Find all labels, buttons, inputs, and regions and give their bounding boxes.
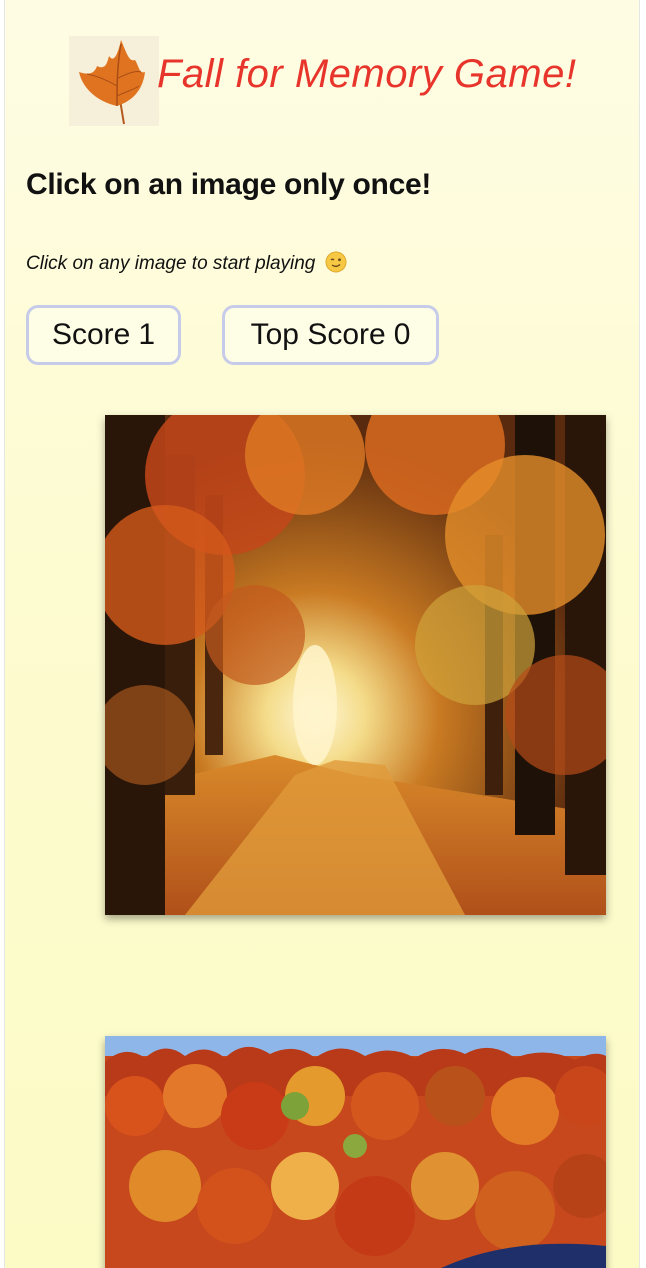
instruction-headline: Click on an image only once! — [26, 168, 432, 201]
score-label: Score — [51, 318, 131, 351]
top-score-label: Top Score — [250, 318, 386, 351]
score-value: 1 — [138, 318, 156, 351]
autumn-leaf-icon — [69, 36, 159, 126]
game-page: Fall for Memory Game! Click on an image … — [4, 0, 640, 1268]
score-badge: Score 1 — [26, 305, 181, 365]
top-score-badge: Top Score 0 — [222, 305, 439, 365]
memory-card-treeline[interactable] — [105, 1036, 606, 1268]
autumn-treeline-image — [105, 1036, 606, 1268]
winking-face-icon — [325, 251, 347, 279]
status-text: Click on any image to start playing — [26, 253, 316, 274]
page-title: Fall for Memory Game! — [157, 52, 577, 96]
autumn-forest-path-image — [105, 415, 606, 915]
memory-card-forest-path[interactable] — [105, 415, 606, 915]
top-score-value: 0 — [393, 318, 411, 351]
game-status-message: Click on any image to start playing — [26, 251, 347, 279]
